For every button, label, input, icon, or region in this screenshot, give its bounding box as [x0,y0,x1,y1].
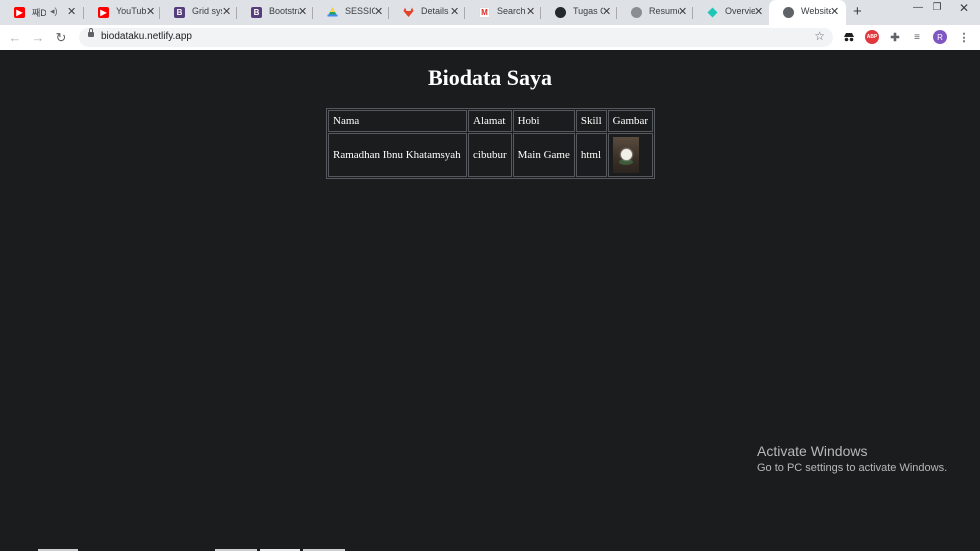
cell-skill: html [575,133,607,177]
tab-10[interactable]: Overvie ✕ [693,2,769,23]
window-close-icon[interactable]: ✕ [952,1,976,15]
bootstrap-icon: B [174,7,185,18]
back-button[interactable]: ← [7,30,23,45]
tab-11-title: Website [801,6,831,16]
playlist-icon[interactable]: ≡ [910,30,924,44]
tab-6[interactable]: Details ✕ [389,2,465,23]
cell-hobi: Main Game [512,133,575,177]
biodata-table: Nama Alamat Hobi Skill Gambar Ramadhan I… [326,108,656,179]
globe-icon [631,7,642,18]
tab-2[interactable]: ▶ YouTube ✕ [84,2,160,23]
flower-image [620,149,632,160]
table-row: Ramadhan Ibnu Khatamsyah cibubur Main Ga… [328,133,654,177]
youtube-icon: ▶ [14,7,25,18]
tab-4-title: Bootstra [269,6,299,16]
tab-2-title: YouTube [116,6,146,16]
close-icon[interactable]: ✕ [67,5,76,18]
table-header-row: Nama Alamat Hobi Skill Gambar [328,110,654,132]
bootstrap-icon: B [251,7,262,18]
close-icon[interactable]: ✕ [374,5,383,18]
forward-button[interactable]: → [30,30,46,45]
close-icon[interactable]: ✕ [222,5,231,18]
watermark-title: Activate Windows [757,443,868,459]
close-icon[interactable]: ✕ [146,5,155,18]
tab-8[interactable]: Tugas C ✕ [541,2,617,23]
tab-3[interactable]: B Grid sys ✕ [160,2,237,23]
gmail-icon: M [479,7,490,18]
header-gambar: Gambar [607,110,654,132]
header-skill: Skill [575,110,607,132]
address-bar[interactable]: biodataku.netlify.app ☆ [79,28,833,47]
header-alamat: Alamat [468,110,512,132]
speaker-icon[interactable]: ◂) [50,6,58,17]
tab-1-title: 째D [32,8,46,18]
tab-3-title: Grid sys [192,6,222,16]
tab-strip: ▶ 째D ◂) ✕ ▶ YouTube ✕ B Grid sys ✕ B Boo… [0,0,980,25]
cell-alamat: cibubur [468,133,512,177]
bookmark-star-icon[interactable]: ☆ [814,29,825,43]
close-icon[interactable]: ✕ [754,5,763,18]
cell-nama: Ramadhan Ibnu Khatamsyah [328,133,467,177]
close-icon[interactable]: ✕ [526,5,535,18]
cell-gambar [607,133,654,177]
netlify-icon [707,7,718,18]
profile-photo [612,137,639,173]
tab-6-title: Details [421,6,449,16]
tab-8-title: Tugas C [573,6,603,16]
close-icon[interactable]: ✕ [298,5,307,18]
tab-1[interactable]: ▶ 째D ◂) ✕ [0,2,84,23]
header-hobi: Hobi [512,110,575,132]
url-text: biodataku.netlify.app [101,31,192,42]
browser-toolbar: ← → ↻ biodataku.netlify.app ☆ ABP ✚ ≡ R … [0,25,980,50]
globe-icon [783,7,794,18]
tab-11-active[interactable]: Website ✕ [769,0,846,25]
page-content: Biodata Saya Nama Alamat Hobi Skill Gamb… [0,50,980,551]
puzzle-icon[interactable]: ✚ [888,30,902,44]
lock-icon[interactable] [88,28,94,37]
tab-7-title: Search [497,6,526,16]
reload-button[interactable]: ↻ [53,30,69,46]
abp-icon[interactable]: ABP [865,30,879,44]
tab-7[interactable]: M Search ✕ [465,2,541,23]
tab-9[interactable]: Resume ✕ [617,2,693,23]
tab-5[interactable]: SESSION ✕ [313,2,389,23]
google-drive-icon [327,7,338,18]
tab-4[interactable]: B Bootstra ✕ [237,2,313,23]
close-icon[interactable]: ✕ [450,5,459,18]
tab-9-title: Resume [649,6,679,16]
github-icon [555,7,566,18]
close-icon[interactable]: ✕ [602,5,611,18]
incognito-icon[interactable] [842,30,856,44]
close-icon[interactable]: ✕ [678,5,687,18]
tab-10-title: Overvie [725,6,755,16]
youtube-icon: ▶ [98,7,109,18]
header-nama: Nama [328,110,467,132]
gitlab-icon [403,7,414,18]
restore-icon[interactable]: ❐ [925,2,949,13]
activation-watermark: Activate Windows Go to PC settings to ac… [757,443,947,474]
watermark-subtitle: Go to PC settings to activate Windows. [757,462,948,474]
profile-avatar[interactable]: R [933,30,947,44]
close-icon[interactable]: ✕ [830,5,839,18]
page-title: Biodata Saya [427,65,553,90]
new-tab-button[interactable]: + [853,3,862,20]
tab-5-title: SESSION [345,6,375,16]
menu-icon[interactable]: ⋮ [957,30,971,44]
